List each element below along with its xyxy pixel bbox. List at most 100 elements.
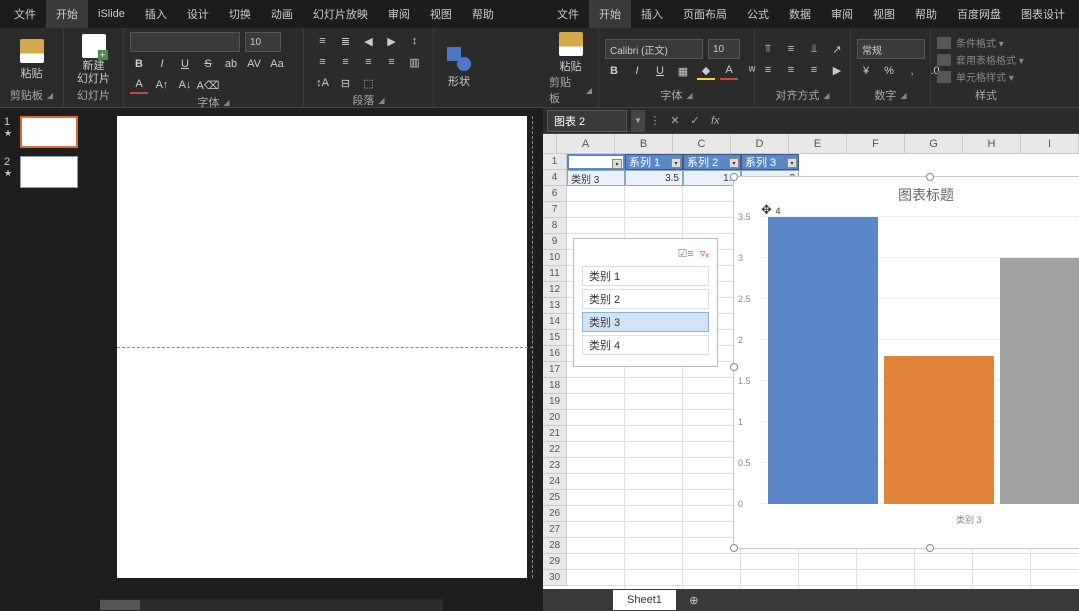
cell[interactable] [567, 410, 625, 426]
cell[interactable] [567, 394, 625, 410]
new-slide-button[interactable]: + 新建 幻灯片 [77, 34, 110, 84]
row-header-1[interactable]: 1 [543, 154, 567, 170]
cell[interactable] [1031, 554, 1079, 570]
tab-开始[interactable]: 开始 [46, 0, 88, 28]
row-header-10[interactable]: 10 [543, 250, 567, 266]
row-header-26[interactable]: 26 [543, 506, 567, 522]
cell-a1[interactable]: ▾ [567, 154, 625, 170]
row-header-29[interactable]: 29 [543, 554, 567, 570]
col-header-I[interactable]: I [1021, 134, 1079, 154]
dialog-launcher-icon[interactable]: ◢ [223, 98, 229, 107]
cell[interactable] [625, 506, 683, 522]
spacing-button[interactable]: AV [245, 55, 263, 73]
cell[interactable] [567, 538, 625, 554]
orientation-button[interactable]: ↗ [828, 40, 846, 58]
tab-百度网盘[interactable]: 百度网盘 [947, 0, 1011, 28]
row-header-6[interactable]: 6 [543, 186, 567, 202]
shapes-button[interactable]: 形状 [447, 47, 471, 89]
split-icon[interactable]: ⋮ [645, 111, 665, 131]
tab-帮助[interactable]: 帮助 [905, 0, 947, 28]
col-header-A[interactable]: A [557, 134, 615, 154]
clear-format-button[interactable]: A⌫ [199, 76, 217, 94]
cell[interactable] [973, 554, 1031, 570]
row-header-4[interactable]: 4 [543, 170, 567, 186]
row-header-16[interactable]: 16 [543, 346, 567, 362]
cell[interactable] [1031, 586, 1079, 589]
cell[interactable] [625, 458, 683, 474]
tab-设计[interactable]: 设计 [177, 0, 219, 28]
cell[interactable] [799, 554, 857, 570]
tab-文件[interactable]: 文件 [4, 0, 46, 28]
tab-审阅[interactable]: 审阅 [378, 0, 420, 28]
worksheet[interactable]: ABCDEFGHI 146789101112131415161718192021… [543, 134, 1079, 589]
cell[interactable] [625, 522, 683, 538]
tab-文件[interactable]: 文件 [547, 0, 589, 28]
cell[interactable] [857, 586, 915, 589]
cancel-icon[interactable]: ✕ [665, 111, 685, 131]
indent-button[interactable]: ▶ [828, 61, 846, 79]
dialog-launcher-icon[interactable]: ◢ [47, 91, 53, 100]
cell[interactable] [915, 586, 973, 589]
dialog-launcher-icon[interactable]: ◢ [823, 91, 829, 100]
columns-button[interactable]: ▥ [406, 53, 424, 71]
cell[interactable] [683, 570, 741, 586]
row-header-14[interactable]: 14 [543, 314, 567, 330]
indent-dec-button[interactable]: ◀ [360, 32, 378, 50]
tab-视图[interactable]: 视图 [863, 0, 905, 28]
tab-动画[interactable]: 动画 [261, 0, 303, 28]
cell[interactable] [625, 490, 683, 506]
col-header-D[interactable]: D [731, 134, 789, 154]
cell[interactable] [683, 586, 741, 589]
cell[interactable] [625, 394, 683, 410]
indent-inc-button[interactable]: ▶ [383, 32, 401, 50]
dialog-launcher-icon[interactable]: ◢ [586, 86, 592, 95]
row-header-23[interactable]: 23 [543, 458, 567, 474]
underline-button[interactable]: U [176, 55, 194, 73]
row-header-11[interactable]: 11 [543, 266, 567, 282]
select-all-corner[interactable] [543, 134, 557, 154]
resize-handle[interactable] [730, 173, 738, 181]
confirm-icon[interactable]: ✓ [685, 111, 705, 131]
italic-button[interactable]: I [153, 55, 171, 73]
chart-title[interactable]: 图表标题 [734, 177, 1079, 213]
checklist-icon[interactable]: ☑≡ [678, 247, 694, 260]
tab-插入[interactable]: 插入 [631, 0, 673, 28]
cell-c1[interactable]: 系列 2▾ [683, 154, 741, 170]
tab-切换[interactable]: 切换 [219, 0, 261, 28]
align-right-button[interactable]: ≡ [360, 53, 378, 71]
style-item[interactable]: 套用表格格式 ▾ [937, 52, 1024, 67]
cell[interactable] [567, 586, 625, 589]
resize-handle[interactable] [926, 544, 934, 552]
style-item[interactable]: 条件格式 ▾ [937, 35, 1004, 50]
filter-icon[interactable]: ▾ [671, 158, 681, 168]
cell[interactable] [567, 474, 625, 490]
dialog-launcher-icon[interactable]: ◢ [686, 91, 692, 100]
tab-插入[interactable]: 插入 [135, 0, 177, 28]
cell[interactable] [857, 554, 915, 570]
cell-d1[interactable]: 系列 3▾ [741, 154, 799, 170]
horizontal-scrollbar[interactable] [100, 599, 443, 611]
row-header-12[interactable]: 12 [543, 282, 567, 298]
bar-系列 3[interactable] [1000, 258, 1079, 504]
grow-font-button[interactable]: A↑ [153, 76, 171, 94]
filter-item[interactable]: 类别 3 [582, 312, 709, 332]
slide-thumbnail[interactable] [20, 156, 78, 188]
strike-button[interactable]: S [199, 55, 217, 73]
align-left-button[interactable]: ≡ [759, 61, 777, 79]
resize-handle[interactable] [730, 544, 738, 552]
align-center-button[interactable]: ≡ [337, 53, 355, 71]
row-header-15[interactable]: 15 [543, 330, 567, 346]
style-item[interactable]: 单元格样式 ▾ [937, 69, 1014, 84]
col-header-E[interactable]: E [789, 134, 847, 154]
cell[interactable] [625, 586, 683, 589]
cell[interactable] [625, 186, 683, 202]
resize-handle[interactable] [730, 363, 738, 371]
row-header-9[interactable]: 9 [543, 234, 567, 250]
smartart-button[interactable]: ⬚ [360, 74, 378, 92]
col-header-H[interactable]: H [963, 134, 1021, 154]
add-sheet-button[interactable]: ⊕ [684, 590, 704, 610]
currency-button[interactable]: ¥ [857, 62, 875, 80]
filter-item[interactable]: 类别 4 [582, 335, 709, 355]
fx-icon[interactable]: fx [705, 115, 726, 127]
tab-页面布局[interactable]: 页面布局 [673, 0, 737, 28]
